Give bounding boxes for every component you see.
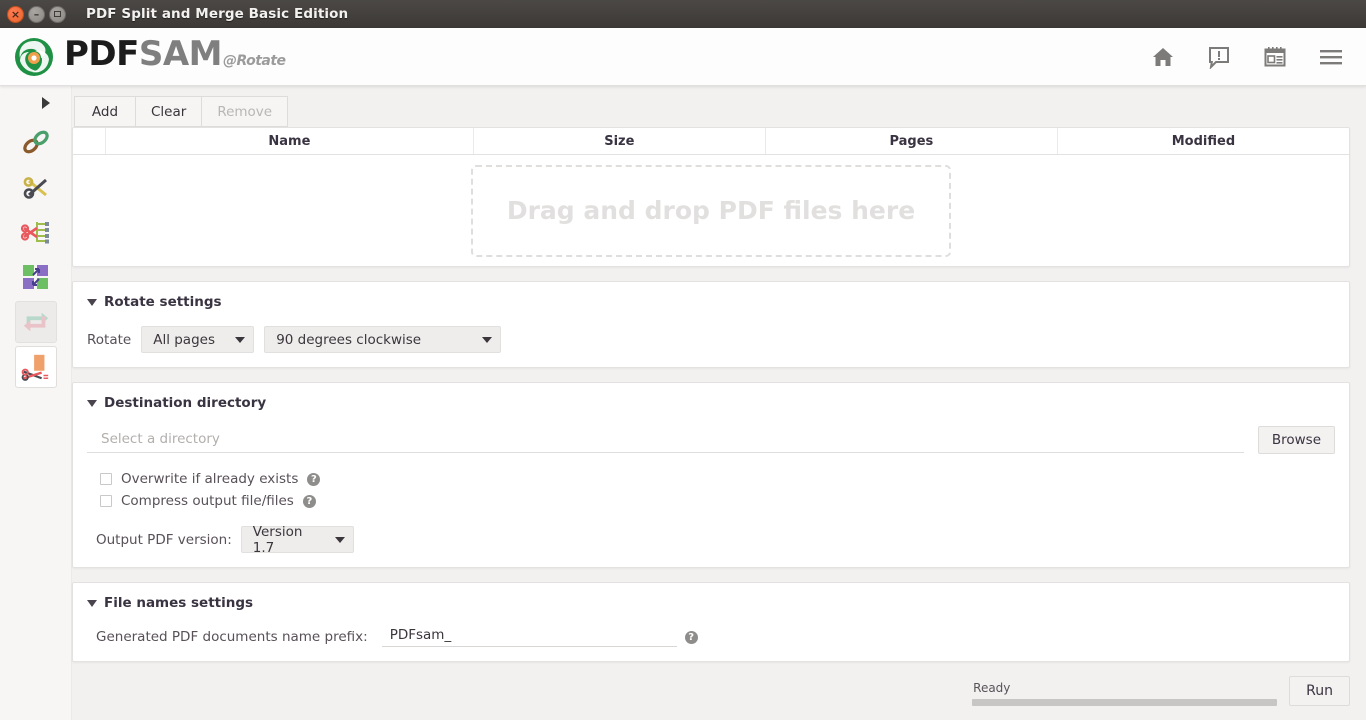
brand-logo-group: PDFSAM@Rotate [14, 37, 286, 77]
rotate-settings-title: Rotate settings [104, 294, 222, 310]
rotate-icon [23, 312, 48, 332]
brand-module-suffix: @Rotate [223, 52, 286, 69]
close-icon: × [10, 7, 21, 21]
overwrite-row: Overwrite if already exists ? [87, 471, 1335, 487]
column-header-size[interactable]: Size [474, 128, 766, 154]
selection-toolbar: Add Clear Remove [72, 96, 1350, 127]
brand-sam-text: SAM [138, 33, 223, 74]
pdf-version-row: Output PDF version: Version 1.7 [87, 523, 1335, 556]
window-title-bar: × – PDF Split and Merge Basic Edition [0, 0, 1366, 28]
minimize-icon: – [33, 7, 40, 21]
progress-bar [972, 699, 1278, 706]
home-icon[interactable] [1150, 44, 1176, 70]
chevron-down-icon [87, 298, 97, 306]
pdf-version-label: Output PDF version: [96, 531, 232, 548]
prefix-input[interactable] [381, 627, 677, 647]
window-close-button[interactable]: × [7, 5, 24, 23]
rotate-degrees-value: 90 degrees clockwise [276, 331, 422, 348]
destination-path-input[interactable] [87, 427, 1244, 453]
brand-pdf-text: PDF [64, 33, 139, 74]
split-scissors-icon [23, 177, 47, 199]
rotate-label: Rotate [87, 331, 132, 348]
help-icon[interactable]: ? [302, 494, 316, 508]
help-icon[interactable]: ? [684, 630, 698, 644]
sidebar-expand-button[interactable] [0, 92, 71, 121]
merge-chain-icon [22, 130, 49, 154]
file-list-body[interactable]: Drag and drop PDF files here [73, 155, 1349, 266]
rotate-settings-panel: Rotate settings Rotate All pages 90 degr… [72, 281, 1350, 368]
header-icon-group [1150, 44, 1344, 70]
chevron-down-icon [482, 336, 493, 343]
destination-title: Destination directory [104, 395, 267, 411]
app-header: PDFSAM@Rotate [0, 28, 1366, 86]
prefix-label: Generated PDF documents name prefix: [96, 629, 368, 645]
rotate-degrees-select[interactable]: 90 degrees clockwise [264, 326, 502, 353]
pdf-version-value: Version 1.7 [252, 523, 303, 556]
chevron-down-icon [334, 536, 345, 543]
remove-button[interactable]: Remove [202, 96, 289, 127]
split-by-size-icon [21, 354, 48, 381]
sidebar-item-split-by-size[interactable] [14, 346, 57, 388]
destination-title-row[interactable]: Destination directory [87, 395, 1335, 411]
file-list-header: Name Size Pages Modified [73, 128, 1349, 155]
sidebar-item-split[interactable] [15, 166, 57, 208]
sidebar-item-rotate[interactable] [14, 301, 57, 343]
status-text: Ready [973, 681, 1011, 695]
add-button[interactable]: Add [74, 96, 136, 127]
chevron-down-icon [87, 599, 97, 607]
alternate-mix-icon [22, 265, 48, 289]
brand-wordmark: PDFSAM@Rotate [64, 37, 286, 71]
rotate-scope-select[interactable]: All pages [141, 326, 255, 353]
sidebar-item-merge[interactable] [15, 121, 57, 163]
progress-group: Ready [972, 681, 1278, 706]
destination-path-row: Browse [87, 426, 1335, 454]
compress-row: Compress output file/files ? [87, 493, 1335, 509]
help-icon[interactable]: ? [307, 472, 321, 486]
module-sidebar [0, 86, 72, 720]
pdf-version-select[interactable]: Version 1.7 [240, 523, 354, 556]
chevron-down-icon [235, 336, 246, 343]
file-list-panel: Name Size Pages Modified Drag and drop P… [72, 127, 1350, 267]
run-footer: Ready Run [72, 676, 1350, 720]
destination-directory-panel: Destination directory Browse Overwrite i… [72, 382, 1350, 568]
sidebar-item-alternate-mix[interactable] [15, 256, 57, 298]
rotate-controls-row: Rotate All pages 90 degrees clockwise [87, 326, 1335, 353]
browse-button[interactable]: Browse [1257, 426, 1335, 454]
chevron-down-icon [87, 399, 97, 407]
hamburger-menu-icon[interactable] [1318, 44, 1344, 70]
prefix-row: Generated PDF documents name prefix: ? [87, 627, 1335, 647]
drag-drop-zone[interactable]: Drag and drop PDF files here [471, 164, 951, 257]
window-minimize-button[interactable]: – [28, 5, 45, 23]
file-names-title: File names settings [104, 595, 254, 611]
file-names-title-row[interactable]: File names settings [87, 595, 1335, 611]
maximize-icon [54, 11, 61, 17]
compress-label: Compress output file/files [121, 493, 294, 509]
app-body: Add Clear Remove Name Size Pages Modifie… [0, 86, 1366, 720]
column-header-modified[interactable]: Modified [1058, 128, 1349, 154]
news-bubble-icon[interactable] [1206, 44, 1232, 70]
overwrite-label: Overwrite if already exists [121, 471, 299, 487]
module-content: Add Clear Remove Name Size Pages Modifie… [72, 86, 1366, 720]
clear-button[interactable]: Clear [136, 96, 203, 127]
window-maximize-button[interactable] [49, 5, 66, 23]
run-button[interactable]: Run [1289, 676, 1350, 706]
rotate-scope-value: All pages [153, 331, 215, 348]
drag-drop-label: Drag and drop PDF files here [506, 196, 916, 225]
split-by-bookmarks-icon [20, 222, 49, 244]
column-header-select [73, 128, 106, 154]
column-header-pages[interactable]: Pages [766, 128, 1058, 154]
pdfsam-logo-icon [15, 37, 53, 76]
overwrite-checkbox[interactable] [100, 473, 112, 485]
calendar-icon[interactable] [1262, 44, 1288, 70]
rotate-settings-title-row[interactable]: Rotate settings [87, 294, 1335, 310]
chevron-right-icon [41, 97, 50, 109]
file-names-settings-panel: File names settings Generated PDF docume… [72, 582, 1350, 662]
window-title: PDF Split and Merge Basic Edition [86, 6, 349, 22]
sidebar-item-split-by-bookmarks[interactable] [15, 211, 57, 253]
compress-checkbox[interactable] [100, 495, 112, 507]
column-header-name[interactable]: Name [106, 128, 474, 154]
